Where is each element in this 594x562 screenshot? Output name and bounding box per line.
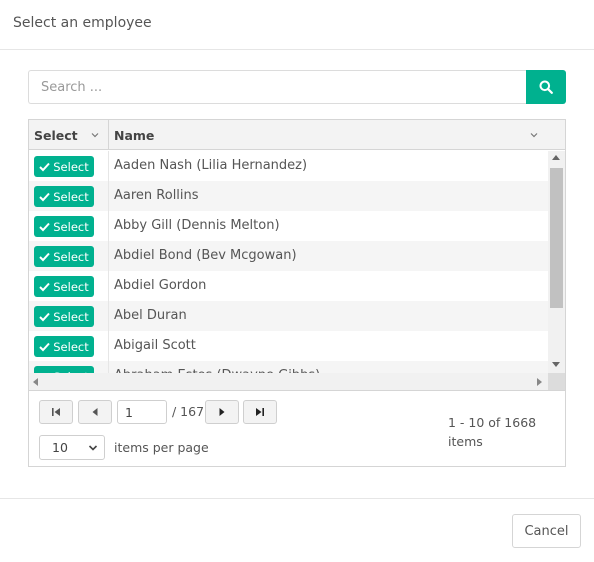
next-page-icon [219,408,225,416]
pager-info-range: 1 - 10 of 1668 [448,415,537,430]
table-row: Select Abel Duran [29,301,548,331]
pager-info-items: items [448,434,483,449]
employee-name: Aaden Nash (Lilia Hernandez) [114,158,308,173]
next-page-button[interactable] [205,400,239,424]
pager: / 167 10 items per page 1 - 10 of 1668 i… [29,390,565,466]
check-icon [39,162,50,171]
select-row-button[interactable]: Select [34,366,94,373]
employee-name: Aaren Rollins [114,188,199,203]
search-input[interactable] [28,70,526,104]
dialog-title: Select an employee [13,15,152,31]
table-row: Select Abby Gill (Dennis Melton) [29,211,548,241]
dialog-footer-divider [0,498,594,499]
search-icon [539,80,553,94]
first-page-icon [52,408,60,416]
column-header-name-label: Name [114,127,155,143]
table-row: Select Abigail Scott [29,331,548,361]
select-cell: Select [29,301,109,331]
check-icon [39,252,50,261]
pager-info: 1 - 10 of 1668 items [448,413,548,451]
table-row: Select Aaren Rollins [29,181,548,211]
column-header-name[interactable]: Name [109,120,565,150]
employee-name: Abdiel Gordon [114,278,207,293]
page-size-select[interactable]: 10 [39,435,105,460]
select-row-button[interactable]: Select [34,216,94,237]
previous-page-button[interactable] [78,400,112,424]
table-row: Select Aaden Nash (Lilia Hernandez) [29,151,548,181]
check-icon [39,312,50,321]
scroll-right-arrow-icon[interactable] [537,378,542,386]
employee-name: Abraham Estes (Dwayne Gibbs) [114,361,320,373]
select-row-button[interactable]: Select [34,306,94,327]
previous-page-icon [92,408,98,416]
select-button-label: Select [53,249,89,264]
cancel-button[interactable]: Cancel [512,514,581,548]
last-page-icon [256,408,264,416]
scroll-down-arrow-icon[interactable] [552,362,560,367]
search-button[interactable] [526,70,566,104]
dialog-header: Select an employee [0,0,594,50]
chevron-down-icon[interactable] [529,130,539,140]
select-button-label: Select [53,339,89,354]
page-number-input[interactable] [117,400,167,424]
select-button-label: Select [53,189,89,204]
employee-grid: Select Name Select Aaden Nash (Lilia Her… [28,119,566,467]
employee-name: Abigail Scott [114,338,196,353]
select-row-button[interactable]: Select [34,156,94,177]
column-header-select-label: Select [34,127,78,143]
check-icon [39,342,50,351]
select-button-label: Select [53,159,89,174]
select-cell: Select [29,151,109,181]
scrollbar-corner [548,373,565,390]
employee-name: Abdiel Bond (Bev Mcgowan) [114,248,297,263]
select-cell: Select [29,361,109,373]
table-row: Select Abdiel Bond (Bev Mcgowan) [29,241,548,271]
horizontal-scrollbar[interactable] [29,373,548,390]
employee-name: Abby Gill (Dennis Melton) [114,218,280,233]
chevron-down-icon[interactable] [90,130,100,140]
select-cell: Select [29,241,109,271]
select-cell: Select [29,331,109,361]
page-size-value: 10 [52,440,68,455]
last-page-button[interactable] [243,400,277,424]
column-header-select[interactable]: Select [29,120,109,150]
employee-name: Abel Duran [114,308,187,323]
items-per-page-label: items per page [114,440,209,455]
scroll-up-arrow-icon[interactable] [552,155,560,160]
select-row-button[interactable]: Select [34,186,94,207]
select-button-label: Select [53,279,89,294]
select-button-label: Select [53,219,89,234]
chevron-down-icon [88,445,98,451]
grid-body: Select Aaden Nash (Lilia Hernandez) Sele… [29,151,548,373]
total-pages-text: / 167 [172,404,205,419]
select-row-button[interactable]: Select [34,276,94,297]
table-row: Select Abraham Estes (Dwayne Gibbs) [29,361,548,373]
grid-header: Select Name [29,120,565,150]
search-bar [28,70,566,104]
select-row-button[interactable]: Select [34,246,94,267]
select-cell: Select [29,211,109,241]
vertical-scroll-thumb[interactable] [550,168,563,308]
check-icon [39,222,50,231]
scroll-left-arrow-icon[interactable] [33,378,38,386]
select-cell: Select [29,181,109,211]
check-icon [39,282,50,291]
select-cell: Select [29,271,109,301]
check-icon [39,192,50,201]
vertical-scrollbar[interactable] [548,151,565,373]
select-button-label: Select [53,309,89,324]
table-row: Select Abdiel Gordon [29,271,548,301]
select-row-button[interactable]: Select [34,336,94,357]
first-page-button[interactable] [39,400,73,424]
